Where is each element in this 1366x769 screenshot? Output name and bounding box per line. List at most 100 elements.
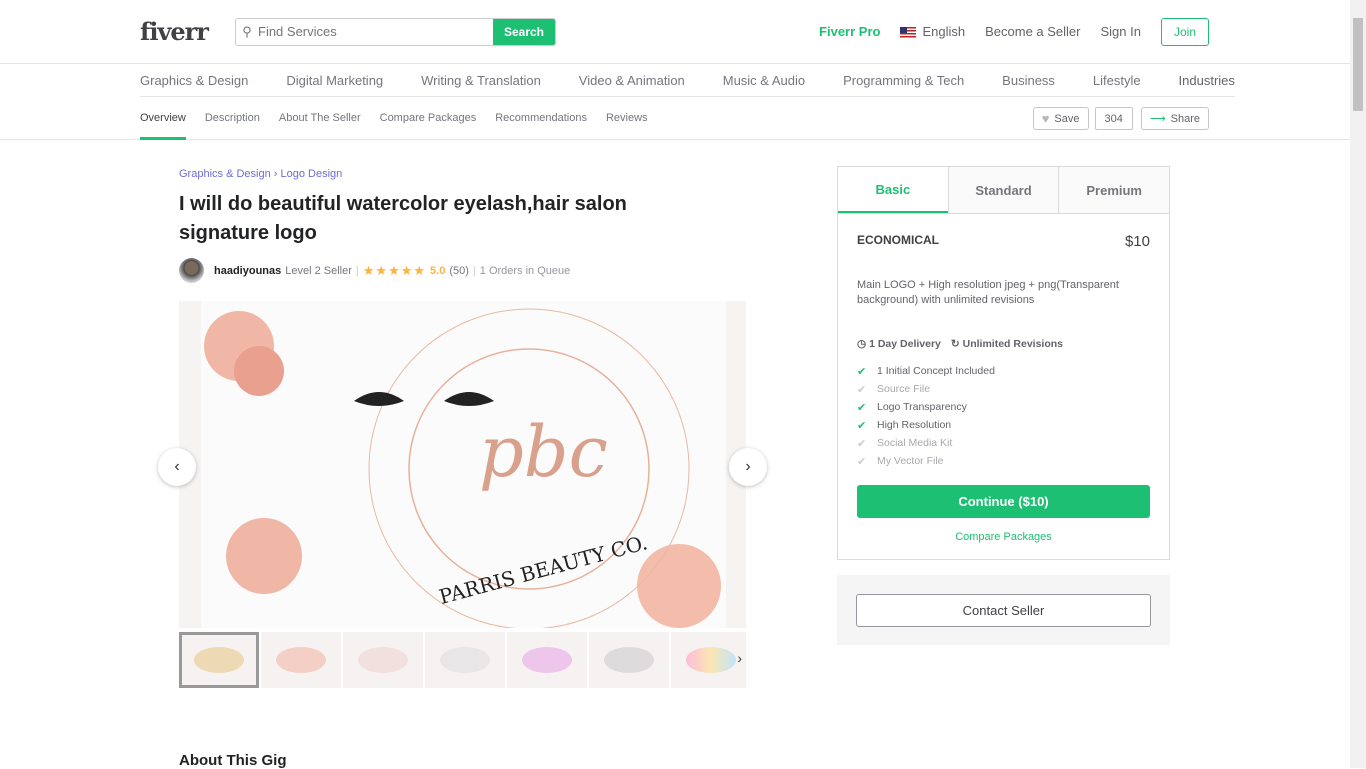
compare-packages-link[interactable]: Compare Packages [857, 531, 1150, 543]
become-seller-link[interactable]: Become a Seller [985, 24, 1080, 39]
category-lifestyle[interactable]: Lifestyle [1093, 73, 1141, 88]
seller-overview: haadiyounas Level 2 Seller | ★★★★★ 5.0 (… [179, 258, 769, 283]
delivery-label: 1 Day Delivery [869, 338, 941, 350]
category-business[interactable]: Business [1002, 73, 1055, 88]
feature-label: 1 Initial Concept Included [877, 365, 995, 377]
check-icon: ✔ [857, 455, 867, 468]
thumbnail[interactable] [179, 632, 259, 688]
breadcrumb: Graphics & Design › Logo Design [179, 168, 343, 180]
feature-label: Logo Transparency [877, 401, 967, 413]
share-button[interactable]: ⟶ Share [1140, 107, 1209, 130]
feature-label: Social Media Kit [877, 437, 953, 449]
share-icon: ⟶ [1149, 113, 1166, 125]
category-programming-tech[interactable]: Programming & Tech [843, 73, 964, 88]
gig-gallery: pbc PARRIS BEAUTY CO. ‹ › [158, 301, 767, 630]
feature-item: ✔ My Vector File [857, 452, 1150, 470]
search-input[interactable] [258, 18, 493, 45]
seller-level: Level 2 Seller [285, 264, 352, 277]
feature-label: Source File [877, 383, 931, 395]
revisions-label: Unlimited Revisions [962, 338, 1063, 350]
tab-description[interactable]: Description [205, 97, 260, 140]
about-gig-heading: About This Gig [179, 752, 287, 769]
contact-seller-button[interactable]: Contact Seller [856, 593, 1151, 627]
tab-overview[interactable]: Overview [140, 97, 186, 140]
fiverr-pro-link[interactable]: Fiverr Pro [819, 24, 880, 39]
tab-about-seller[interactable]: About The Seller [279, 97, 361, 140]
thumbnail[interactable] [671, 632, 746, 688]
delivery-time: ◷ 1 Day Delivery [857, 338, 941, 350]
review-count[interactable]: (50) [449, 265, 469, 277]
continue-button[interactable]: Continue ($10) [857, 485, 1150, 518]
thumbnail[interactable] [425, 632, 505, 688]
gig-main-image: pbc PARRIS BEAUTY CO. [201, 301, 726, 630]
package-tab-basic[interactable]: Basic [838, 167, 948, 213]
search-button[interactable]: Search [493, 18, 555, 45]
heart-icon: ♥ [1041, 111, 1050, 126]
seller-name[interactable]: haadiyounas [214, 265, 281, 277]
us-flag-icon [900, 27, 917, 39]
gig-main: Graphics & Design › Logo Design I will d… [158, 140, 769, 688]
save-count: 304 [1094, 107, 1133, 130]
fiverr-logo[interactable]: fiverr [140, 17, 235, 46]
package-price: $10 [1124, 233, 1150, 250]
thumbnail[interactable] [261, 632, 341, 688]
category-writing-translation[interactable]: Writing & Translation [421, 73, 541, 88]
package-tab-standard[interactable]: Standard [947, 167, 1059, 213]
check-icon: ✔ [857, 437, 867, 450]
thumbnail[interactable] [343, 632, 423, 688]
refresh-icon: ↻ [950, 338, 960, 350]
feature-label: High Resolution [877, 419, 952, 431]
orders-in-queue: 1 Orders in Queue [479, 264, 571, 277]
save-button[interactable]: ♥ Save [1032, 107, 1089, 130]
top-bar: fiverr ⚲ Search Fiverr Pro English Becom… [0, 0, 1366, 64]
search-bar: ⚲ Search [235, 17, 556, 46]
package-tab-premium[interactable]: Premium [1058, 167, 1170, 213]
scrollbar-thumb[interactable] [1353, 18, 1363, 111]
thumbnail[interactable] [589, 632, 669, 688]
feature-item: ✔ Source File [857, 380, 1150, 398]
search-icon: ⚲ [242, 23, 252, 39]
category-digital-marketing[interactable]: Digital Marketing [286, 73, 383, 88]
share-label: Share [1170, 112, 1200, 125]
category-graphics-design[interactable]: Graphics & Design [140, 73, 248, 88]
breadcrumb-graphics-design[interactable]: Graphics & Design [179, 168, 271, 180]
feature-list: ✔ 1 Initial Concept Included ✔ Source File… [857, 362, 1150, 470]
sign-in-link[interactable]: Sign In [1101, 24, 1141, 39]
gallery-next-button[interactable]: › [729, 448, 767, 486]
breadcrumb-logo-design[interactable]: Logo Design [281, 168, 343, 180]
thumbnail[interactable] [507, 632, 587, 688]
feature-item: ✔ Social Media Kit [857, 434, 1150, 452]
check-icon: ✔ [857, 419, 867, 432]
join-button[interactable]: Join [1160, 17, 1209, 46]
category-video-animation[interactable]: Video & Animation [579, 73, 685, 88]
thumbnails-next-icon[interactable]: › [737, 650, 742, 666]
revisions: ↻ Unlimited Revisions [951, 338, 1063, 350]
language-selector[interactable]: English [900, 24, 965, 39]
category-music-audio[interactable]: Music & Audio [723, 73, 805, 88]
package-description: Main LOGO + High resolution jpeg + png(T… [857, 279, 1119, 306]
star-rating-icon: ★★★★★ [362, 262, 427, 278]
category-industries[interactable]: Industries [1179, 73, 1235, 88]
check-icon: ✔ [857, 401, 867, 414]
gig-subnav: Overview Description About The Seller Co… [0, 97, 1366, 140]
check-icon: ✔ [857, 365, 867, 378]
avatar[interactable] [179, 258, 204, 283]
package-name: ECONOMICAL [857, 233, 939, 247]
tab-compare-packages[interactable]: Compare Packages [380, 97, 477, 140]
check-icon: ✔ [857, 383, 867, 396]
feature-label: My Vector File [877, 455, 944, 467]
feature-item: ✔ Logo Transparency [857, 398, 1150, 416]
category-nav: Graphics & Design Digital Marketing Writ… [140, 64, 1235, 97]
gallery-prev-button[interactable]: ‹ [158, 448, 196, 486]
tab-reviews[interactable]: Reviews [606, 97, 648, 140]
package-panel: Basic Standard Premium ECONOMICAL $10 Mai… [837, 166, 1170, 560]
gallery-thumbnails: › [179, 632, 746, 688]
svg-text:pbc: pbc [479, 411, 608, 493]
scrollbar[interactable] [1350, 0, 1366, 768]
feature-item: ✔ High Resolution [857, 416, 1150, 434]
language-label: English [922, 24, 966, 39]
feature-item: ✔ 1 Initial Concept Included [857, 362, 1150, 380]
tab-recommendations[interactable]: Recommendations [495, 97, 587, 140]
gig-title: I will do beautiful watercolor eyelash,h… [179, 193, 627, 244]
rating-score: 5.0 [430, 264, 446, 277]
